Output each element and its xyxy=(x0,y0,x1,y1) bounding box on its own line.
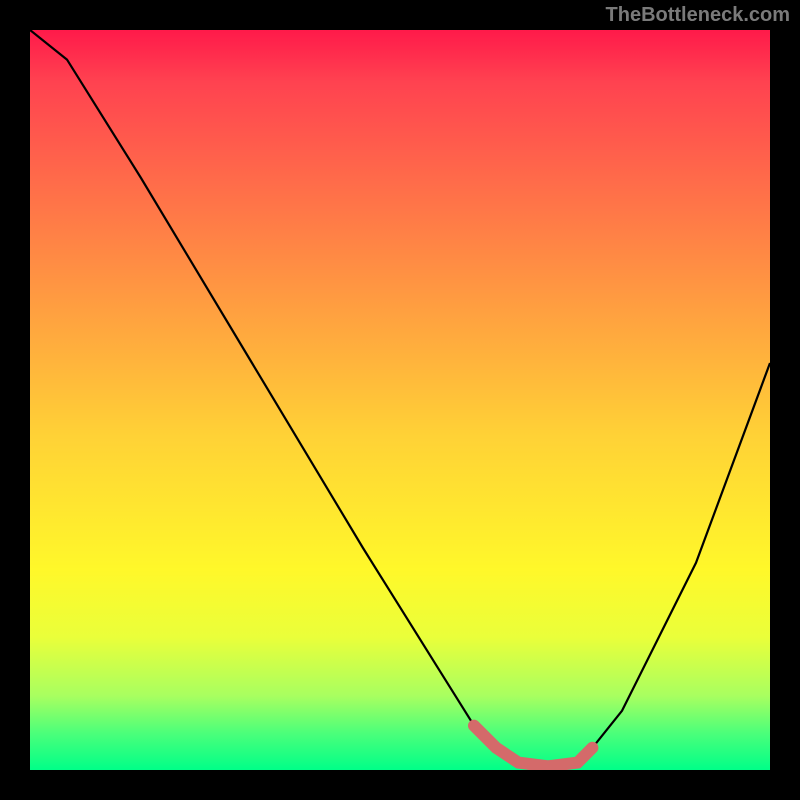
watermark-text: TheBottleneck.com xyxy=(606,4,790,27)
optimal-band-path xyxy=(474,726,592,767)
bottleneck-curve-path xyxy=(30,30,770,766)
chart-svg xyxy=(30,30,770,770)
